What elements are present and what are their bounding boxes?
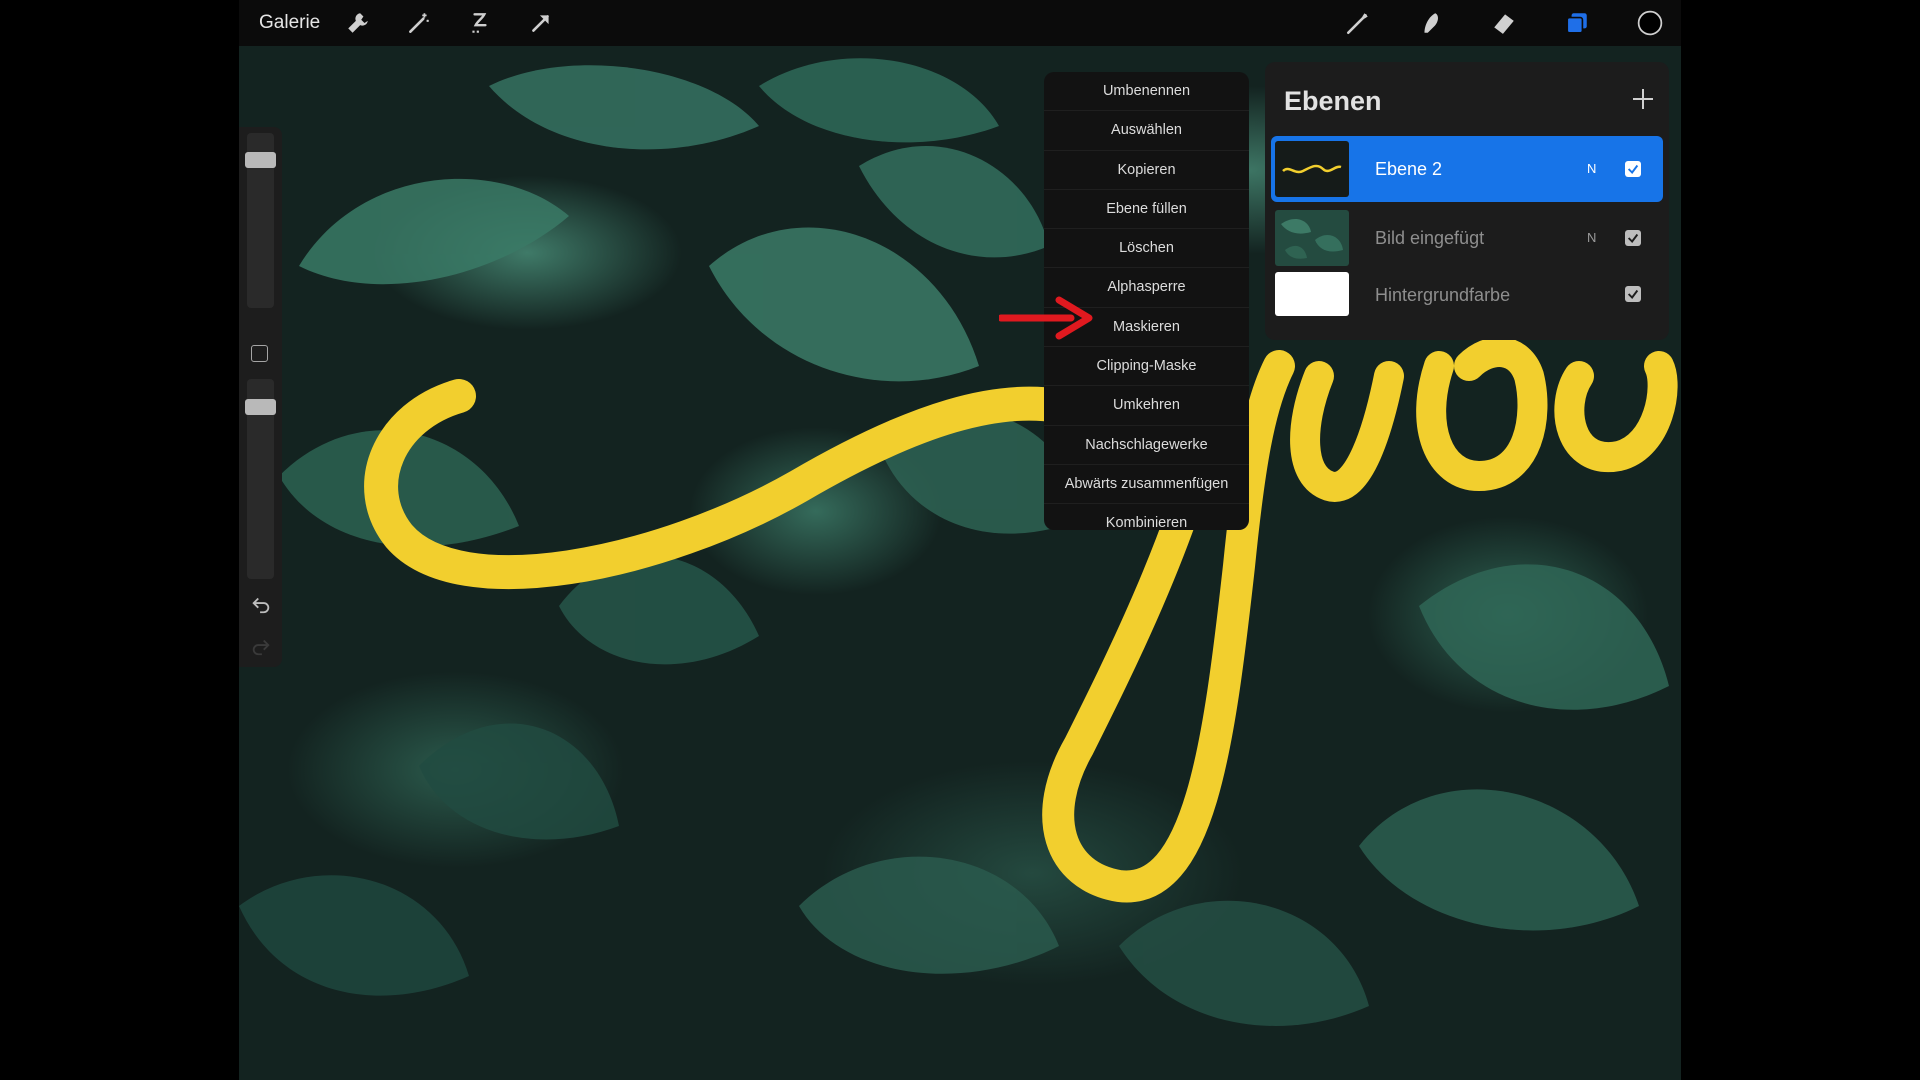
blend-mode-label[interactable]: N (1587, 136, 1596, 202)
layers-panel-title: Ebenen (1284, 86, 1382, 116)
menu-item-kombinieren[interactable]: Kombinieren (1044, 504, 1249, 530)
brush-size-thumb[interactable] (245, 152, 276, 168)
procreate-screen: Galerie Umbenennen Auswählen Kopieren Eb… (239, 0, 1681, 1080)
checkmark-icon (1627, 233, 1639, 243)
visibility-checkbox[interactable] (1625, 161, 1641, 177)
opacity-thumb[interactable] (245, 399, 276, 415)
layer-name: Bild eingefügt (1375, 228, 1485, 248)
undo-icon[interactable] (250, 593, 272, 615)
menu-item-kopieren[interactable]: Kopieren (1044, 151, 1249, 190)
eraser-icon[interactable] (1489, 8, 1519, 38)
redo-icon[interactable] (250, 635, 272, 657)
left-sidebar (239, 127, 282, 667)
magic-wand-icon[interactable] (404, 8, 434, 38)
layers-icon[interactable] (1562, 8, 1592, 38)
visibility-checkbox[interactable] (1625, 286, 1641, 302)
red-arrow-annotation (999, 296, 1093, 340)
leaves-thumbnail-icon (1281, 218, 1343, 259)
menu-item-ebene-fuellen[interactable]: Ebene füllen (1044, 190, 1249, 230)
menu-item-clipping-maske[interactable]: Clipping-Maske (1044, 347, 1249, 387)
menu-item-nachschlagewerke[interactable]: Nachschlagewerke (1044, 426, 1249, 465)
blend-mode-label[interactable]: N (1587, 205, 1596, 271)
visibility-checkbox[interactable] (1625, 230, 1641, 246)
brush-icon[interactable] (1343, 8, 1373, 38)
menu-item-loeschen[interactable]: Löschen (1044, 229, 1249, 269)
layers-panel: Ebenen Ebene 2 N Bild eingefügt N Hinter… (1265, 62, 1669, 340)
layer-thumbnail (1275, 141, 1349, 197)
color-icon[interactable] (1635, 8, 1665, 38)
menu-item-auswaehlen[interactable]: Auswählen (1044, 111, 1249, 151)
selection-icon[interactable] (465, 8, 495, 38)
layer-name: Hintergrundfarbe (1375, 285, 1511, 305)
modify-button[interactable] (251, 345, 268, 362)
checkmark-icon (1627, 164, 1639, 174)
layer-thumbnail (1275, 210, 1349, 266)
gallery-button[interactable]: Galerie (259, 0, 320, 46)
add-layer-plus-icon[interactable] (1630, 86, 1656, 112)
menu-item-umbenennen[interactable]: Umbenennen (1044, 72, 1249, 112)
layer-thumbnail (1275, 272, 1349, 316)
menu-item-umkehren[interactable]: Umkehren (1044, 386, 1249, 426)
layer-name: Ebene 2 (1375, 159, 1443, 179)
transform-arrow-icon[interactable] (526, 8, 556, 38)
layer-row-ebene-2[interactable]: Ebene 2 N (1271, 136, 1663, 202)
checkmark-icon (1627, 289, 1639, 299)
top-toolbar: Galerie (239, 0, 1681, 46)
smudge-icon[interactable] (1416, 8, 1446, 38)
menu-item-abwaerts-zusammenfuegen[interactable]: Abwärts zusammenfügen (1044, 465, 1249, 505)
layer-row-bild-eingefuegt[interactable]: Bild eingefügt N (1271, 205, 1663, 271)
lettering-thumbnail-icon (1282, 164, 1342, 174)
wrench-icon[interactable] (343, 8, 373, 38)
layer-row-hintergrundfarbe[interactable]: Hintergrundfarbe (1271, 268, 1663, 334)
